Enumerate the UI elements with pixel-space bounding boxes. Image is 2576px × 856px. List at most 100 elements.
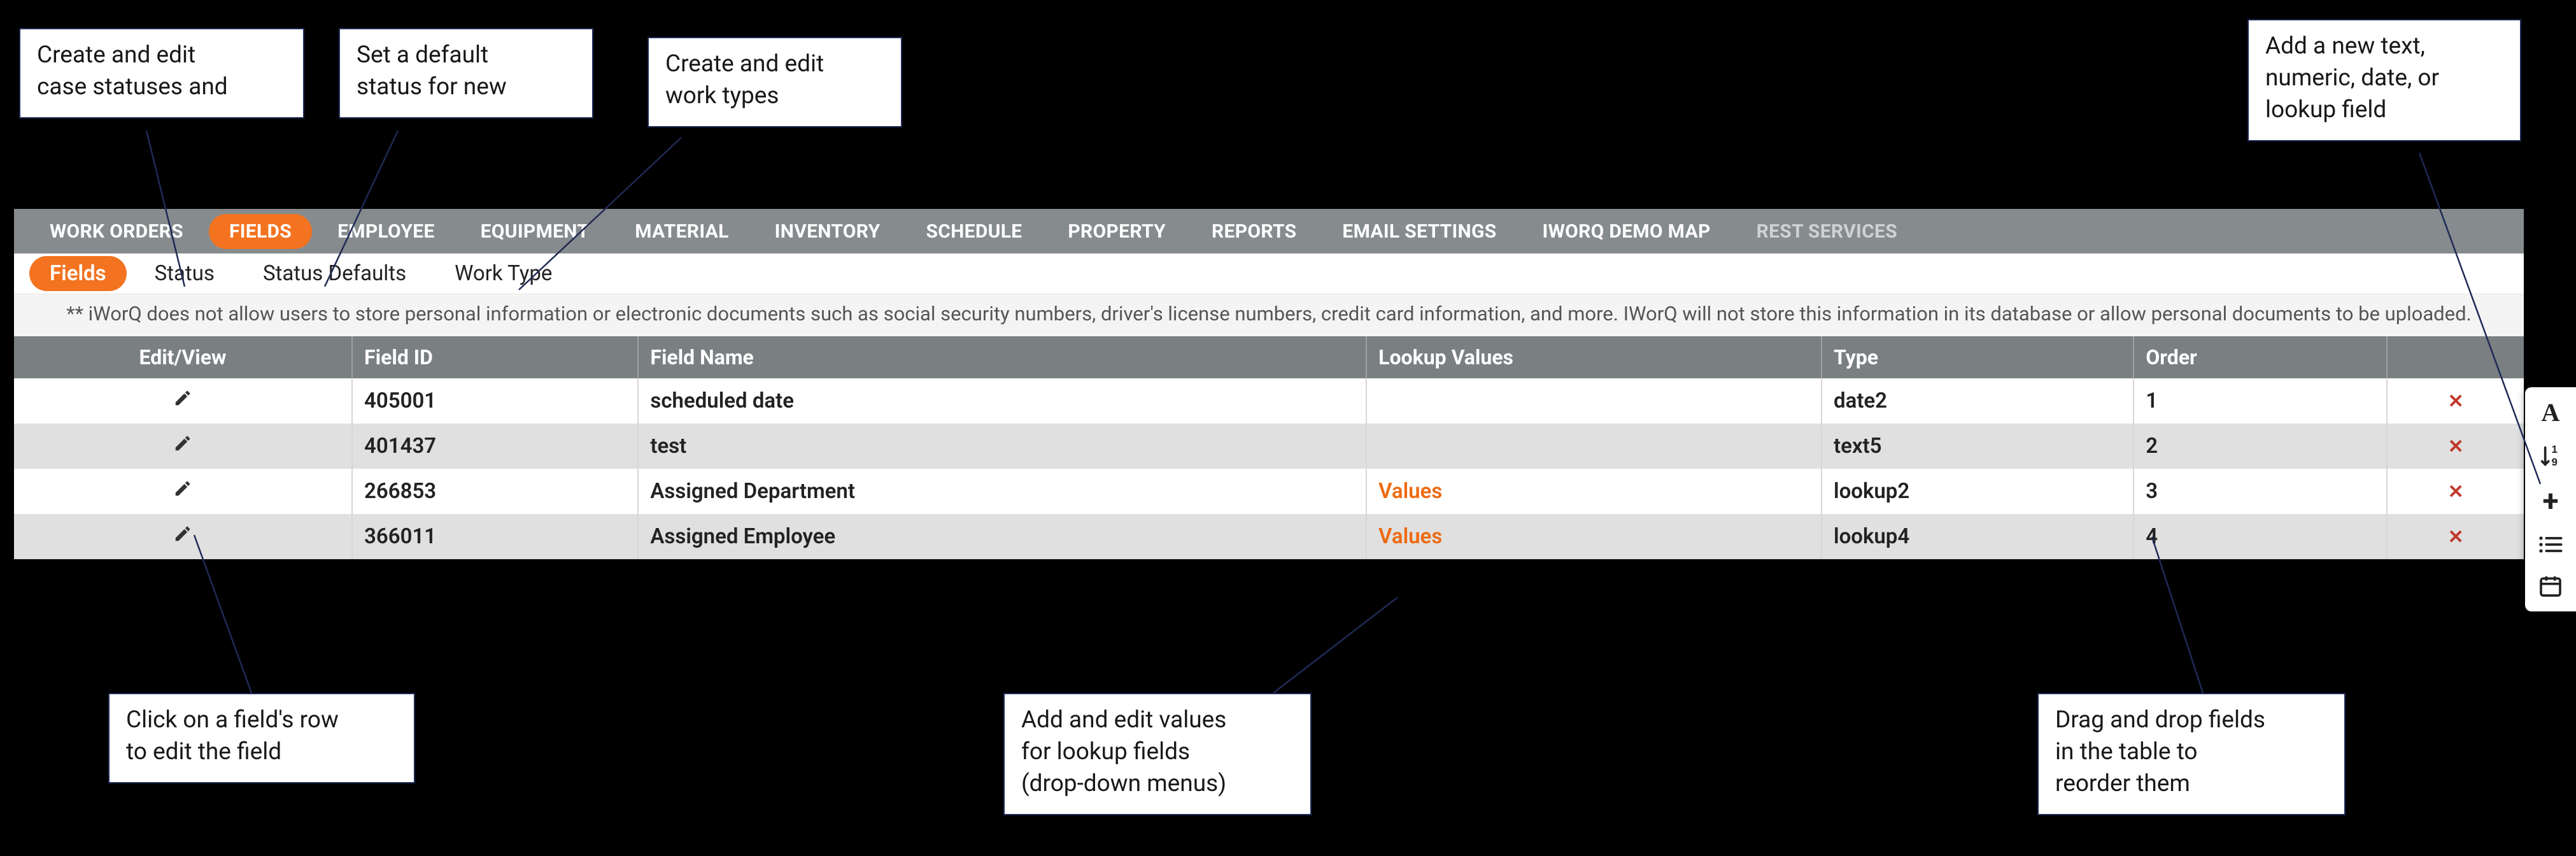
nav-demo-map[interactable]: IWORQ DEMO MAP [1522, 214, 1731, 249]
cell-field-name: scheduled date [638, 378, 1366, 424]
subnav-fields[interactable]: Fields [29, 256, 127, 291]
cell-order[interactable]: 4 [2134, 514, 2387, 559]
cell-delete: ✕ [2387, 424, 2524, 469]
callout-text: to edit the field [126, 736, 395, 768]
fields-table: Edit/View Field ID Field Name Lookup Val… [14, 336, 2524, 559]
app-shell: WORK ORDERS FIELDS EMPLOYEE EQUIPMENT MA… [14, 209, 2524, 559]
cell-type: date2 [1822, 378, 2134, 424]
edit-icon[interactable] [173, 479, 192, 504]
lookup-values-link[interactable]: Values [1378, 524, 1442, 549]
cell-lookup: Values [1366, 469, 1822, 514]
th-delete [2387, 336, 2524, 378]
edit-icon[interactable] [173, 524, 192, 549]
cell-type: lookup4 [1822, 514, 2134, 559]
callout-text: case statuses and [37, 71, 284, 103]
cell-lookup: Values [1366, 514, 1822, 559]
th-id: Field ID [352, 336, 638, 378]
lookup-values-link[interactable]: Values [1378, 479, 1442, 504]
callout-text: numeric, date, or [2265, 62, 2501, 94]
cell-field-name: test [638, 424, 1366, 469]
callout-text: Create and edit [665, 48, 882, 80]
add-numeric-field-button[interactable]: 1 9 [2535, 443, 2566, 469]
nav-work-orders[interactable]: WORK ORDERS [29, 214, 204, 249]
cell-field-id: 366011 [352, 514, 638, 559]
add-date-field-button[interactable] [2535, 573, 2566, 599]
callout-add-field: Add a new text, numeric, date, or lookup… [2247, 19, 2521, 141]
cell-field-id: 401437 [352, 424, 638, 469]
table-row[interactable]: 266853Assigned Department Values lookup23 ✕ [14, 469, 2524, 514]
cell-field-name: Assigned Department [638, 469, 1366, 514]
add-field-button[interactable]: + [2535, 487, 2566, 516]
cell-edit [14, 469, 352, 514]
table-row[interactable]: 401437test text52 ✕ [14, 424, 2524, 469]
callout-status: Create and edit case statuses and [19, 28, 304, 118]
cell-delete: ✕ [2387, 378, 2524, 424]
edit-icon[interactable] [173, 434, 192, 459]
tool-rail: A 1 9 + [2525, 387, 2576, 611]
delete-icon[interactable]: ✕ [2448, 481, 2464, 503]
th-type: Type [1822, 336, 2134, 378]
callout-text: Create and edit [37, 39, 284, 71]
callout-text: reorder them [2055, 768, 2325, 800]
nav-material[interactable]: MATERIAL [614, 214, 749, 249]
cell-order[interactable]: 3 [2134, 469, 2387, 514]
nav-fields[interactable]: FIELDS [209, 214, 312, 249]
cell-field-name: Assigned Employee [638, 514, 1366, 559]
cell-type: text5 [1822, 424, 2134, 469]
cell-lookup [1366, 424, 1822, 469]
subnav-work-type[interactable]: Work Type [434, 256, 572, 291]
th-name: Field Name [638, 336, 1366, 378]
disclaimer-text: ** iWorQ does not allow users to store p… [14, 294, 2524, 336]
callout-row-edit: Click on a field's row to edit the field [108, 693, 415, 783]
callout-text: Add and edit values [1021, 704, 1291, 736]
callout-reorder: Drag and drop fields in the table to reo… [2037, 693, 2346, 815]
nav-email-settings[interactable]: EMAIL SETTINGS [1322, 214, 1517, 249]
callout-text: for lookup fields [1021, 736, 1291, 768]
nav-property[interactable]: PROPERTY [1047, 214, 1186, 249]
th-order: Order [2134, 336, 2387, 378]
th-lookup: Lookup Values [1366, 336, 1822, 378]
add-lookup-field-button[interactable] [2535, 534, 2566, 555]
sub-nav: Fields Status Status Defaults Work Type [14, 253, 2524, 294]
add-text-field-button[interactable]: A [2535, 400, 2566, 425]
delete-icon[interactable]: ✕ [2448, 526, 2464, 548]
delete-icon[interactable]: ✕ [2448, 436, 2464, 458]
nav-schedule[interactable]: SCHEDULE [905, 214, 1042, 249]
svg-text:1: 1 [2552, 443, 2558, 455]
table-row[interactable]: 405001scheduled date date21 ✕ [14, 378, 2524, 424]
callout-text: Add a new text, [2265, 31, 2501, 62]
cell-delete: ✕ [2387, 514, 2524, 559]
callout-text: work types [665, 80, 882, 112]
table-header-row: Edit/View Field ID Field Name Lookup Val… [14, 336, 2524, 378]
top-nav: WORK ORDERS FIELDS EMPLOYEE EQUIPMENT MA… [14, 209, 2524, 253]
cell-edit [14, 424, 352, 469]
callout-lookup-values: Add and edit values for lookup fields (d… [1003, 693, 1312, 815]
callout-status-defaults: Set a default status for new [339, 28, 593, 118]
callout-text: in the table to [2055, 736, 2325, 768]
table-row[interactable]: 366011Assigned Employee Values lookup44 ✕ [14, 514, 2524, 559]
nav-reports[interactable]: REPORTS [1191, 214, 1317, 249]
nav-equipment[interactable]: EQUIPMENT [460, 214, 610, 249]
cell-type: lookup2 [1822, 469, 2134, 514]
cell-order[interactable]: 2 [2134, 424, 2387, 469]
nav-inventory[interactable]: INVENTORY [754, 214, 901, 249]
th-edit: Edit/View [14, 336, 352, 378]
cell-field-id: 266853 [352, 469, 638, 514]
callout-work-type: Create and edit work types [648, 37, 902, 127]
subnav-status-defaults[interactable]: Status Defaults [243, 256, 427, 291]
nav-rest-services[interactable]: REST SERVICES [1736, 214, 1918, 249]
cell-edit [14, 514, 352, 559]
callout-text: Click on a field's row [126, 704, 395, 736]
cell-order[interactable]: 1 [2134, 378, 2387, 424]
cell-edit [14, 378, 352, 424]
subnav-status[interactable]: Status [134, 256, 235, 291]
edit-icon[interactable] [173, 389, 192, 413]
svg-text:9: 9 [2552, 456, 2558, 468]
callout-text: Set a default [357, 39, 573, 71]
callout-text: status for new [357, 71, 573, 103]
cell-lookup [1366, 378, 1822, 424]
nav-employee[interactable]: EMPLOYEE [317, 214, 455, 249]
callout-text: lookup field [2265, 94, 2501, 126]
delete-icon[interactable]: ✕ [2448, 390, 2464, 413]
cell-field-id: 405001 [352, 378, 638, 424]
